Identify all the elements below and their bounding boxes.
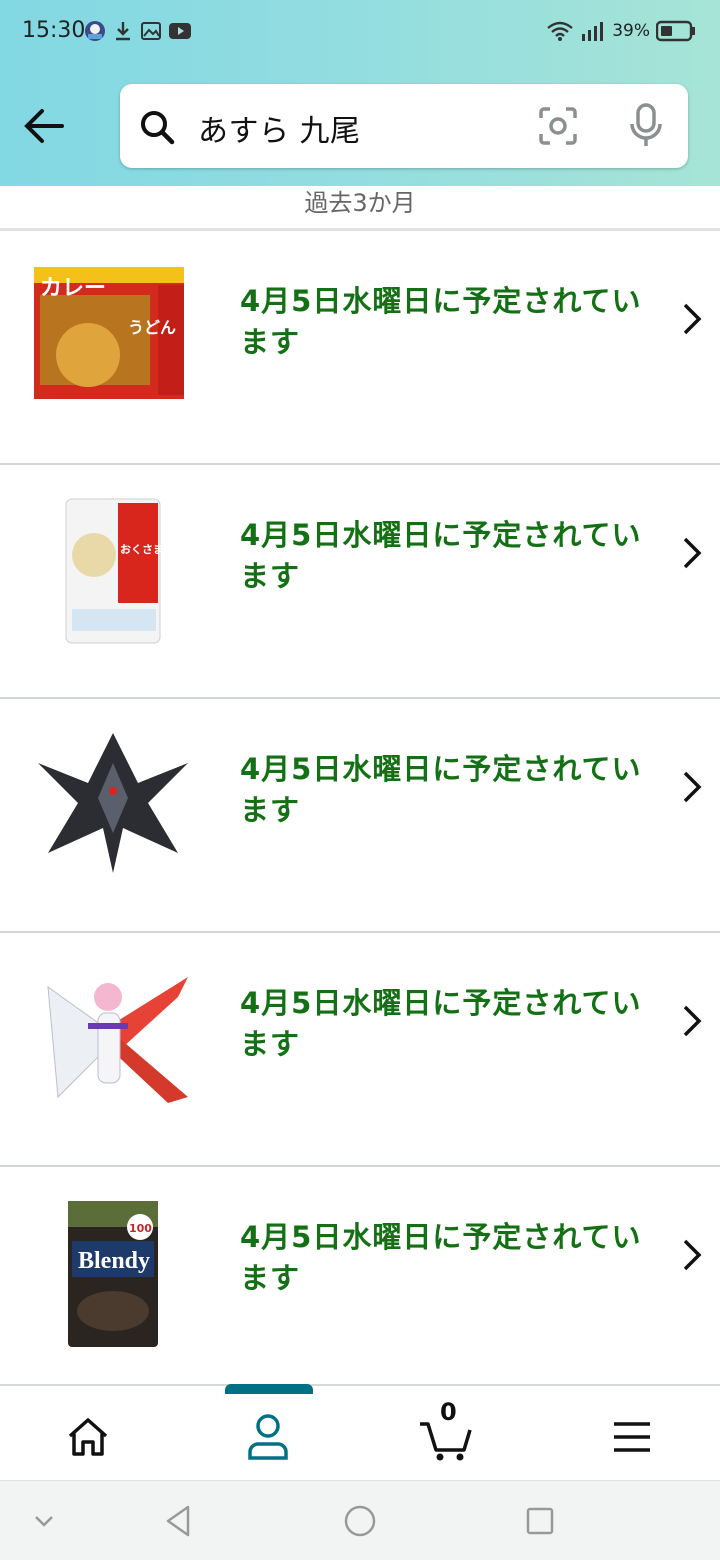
chevron-right-icon [683,1005,702,1037]
person-icon [248,1414,288,1460]
battery-percent: 39% [612,21,650,41]
curry-label: カレー [40,276,106,301]
back-triangle-icon[interactable] [158,1501,198,1541]
chevron-right-icon [683,771,702,803]
active-tab-indicator [225,1384,313,1394]
wifi-icon [547,21,573,41]
cart-count: 0 [440,1398,457,1426]
nav-account[interactable] [238,1412,298,1462]
back-button[interactable] [22,106,66,146]
download-icon [112,20,134,42]
delivery-status: 4月5日水曜日に予定されています [240,284,642,359]
recents-square-icon[interactable] [520,1501,560,1541]
bottom-navigation: 0 [0,1384,720,1480]
delivery-status: 4月5日水曜日に予定されています [240,518,642,593]
coffee-count-label: 100 [129,1222,152,1235]
coffee-brand-label: Blendy [78,1248,150,1274]
camera-search-icon[interactable] [538,106,578,146]
product-thumbnail-curry-udon: カレー うどん [28,255,198,415]
product-thumbnail-coffee: Blendy 100 [28,1191,198,1351]
chevron-right-icon [683,1239,702,1271]
microphone-icon[interactable] [628,102,664,150]
app-avatar-icon [84,20,106,42]
nav-home[interactable] [58,1412,118,1462]
search-bar[interactable]: あすら 九尾 [120,84,688,168]
search-icon [141,111,175,145]
order-row[interactable]: Blendy 100 4月5日水曜日に予定されています [0,1167,720,1401]
order-row[interactable]: おくさま印 4月5日水曜日に予定されています [0,465,720,699]
order-row[interactable]: 4月5日水曜日に予定されています [0,699,720,933]
status-bar: 15:30 39% [0,0,720,66]
home-circle-icon[interactable] [340,1501,380,1541]
product-thumbnail-figure [28,957,198,1117]
image-icon [140,20,162,42]
order-row[interactable]: カレー うどん 4月5日水曜日に予定されています [0,231,720,465]
chevron-right-icon [683,303,702,335]
notification-icons [84,20,191,42]
signal-icon [582,22,604,41]
delivery-status: 4月5日水曜日に予定されています [240,986,642,1061]
status-time: 15:30 [22,18,86,43]
system-status: 39% [546,20,696,42]
home-icon [68,1418,108,1456]
search-input[interactable]: あすら 九尾 [198,106,361,150]
order-list: カレー うどん 4月5日水曜日に予定されています おくさま印 4月5日水曜日に予… [0,231,720,1401]
back-arrow-icon [24,109,64,143]
system-navigation-bar [0,1480,720,1560]
header: 15:30 39% あすら 九尾 [0,0,720,186]
menu-icon [614,1422,650,1452]
battery-icon [656,20,695,42]
product-thumbnail-rice: おくさま印 [28,489,198,649]
order-row[interactable]: 4月5日水曜日に予定されています [0,933,720,1167]
chevron-right-icon [683,537,702,569]
delivery-status: 4月5日水曜日に予定されています [240,752,642,827]
period-filter[interactable]: 過去3か月 [0,186,720,230]
nav-cart[interactable]: 0 [418,1398,478,1462]
delivery-status: 4月5日水曜日に予定されています [240,1220,642,1295]
product-thumbnail-robot [28,723,198,883]
chevron-down-icon[interactable] [24,1501,64,1541]
nav-menu[interactable] [602,1412,662,1462]
youtube-icon [168,20,191,42]
rice-label: おくさま印 [120,543,175,556]
udon-label: うどん [128,318,176,337]
